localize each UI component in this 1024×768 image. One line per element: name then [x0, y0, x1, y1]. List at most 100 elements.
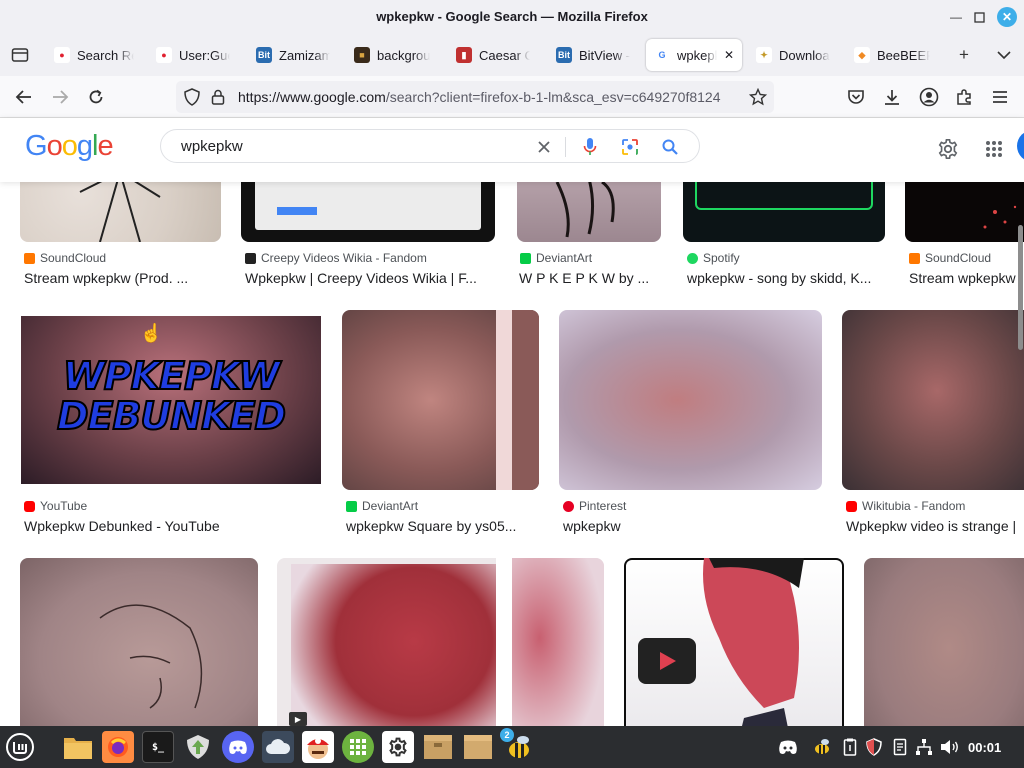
result-title[interactable]: Stream wpkepkw (Prod. ...: [24, 270, 224, 286]
update-manager-icon[interactable]: [182, 731, 214, 763]
spotify-icon: [687, 252, 698, 264]
minimize-icon[interactable]: —: [946, 7, 966, 27]
download-favicon-icon: ✦: [756, 47, 772, 63]
taskbar: $_ 2 00:01: [0, 726, 1024, 768]
logo-letter: G: [25, 130, 48, 162]
result-image[interactable]: [559, 310, 822, 490]
back-icon[interactable]: [12, 85, 36, 109]
window-titlebar: wpkepkw - Google Search — Mozilla Firefo…: [0, 0, 1024, 34]
close-window-icon[interactable]: ✕: [997, 7, 1017, 27]
new-tab-icon[interactable]: +: [952, 43, 976, 67]
extensions-icon[interactable]: [952, 85, 976, 109]
result-image[interactable]: [864, 558, 1024, 726]
result-image[interactable]: [517, 182, 661, 242]
result-image[interactable]: [342, 310, 539, 490]
reload-icon[interactable]: [84, 85, 108, 109]
result-image[interactable]: [20, 182, 221, 242]
profile-avatar[interactable]: [1017, 130, 1024, 162]
forward-icon[interactable]: [48, 85, 72, 109]
notes-tray-icon[interactable]: [890, 737, 910, 757]
settings-gear-icon[interactable]: [936, 137, 960, 161]
tab-overview-icon[interactable]: [8, 43, 32, 67]
beebeep-tray-icon[interactable]: [812, 737, 832, 757]
result-title[interactable]: wpkepkw - song by skidd, K...: [687, 270, 887, 286]
result-title[interactable]: W P K E P K W by ...: [519, 270, 661, 286]
result-image[interactable]: ▶: [277, 558, 604, 726]
browser-tab[interactable]: ▮ Caesar C: [448, 39, 538, 71]
browser-tab[interactable]: Bit BitView -: [548, 39, 640, 71]
terminal-icon[interactable]: $_: [142, 731, 174, 763]
tab-bar: ● Search Re ● User:Gue Bit Zamizami ■ backgrou ▮…: [0, 34, 1024, 76]
result-source: SoundCloud: [24, 251, 106, 265]
red-bird-favicon-icon: ●: [54, 47, 70, 63]
downloads-icon[interactable]: [880, 85, 904, 109]
logo-letter: o: [46, 130, 63, 162]
discord-tray-icon[interactable]: [778, 737, 798, 757]
archive-box-icon[interactable]: [422, 731, 454, 763]
result-title[interactable]: Wpkepkw | Creepy Videos Wikia | F...: [245, 270, 495, 286]
lens-search-icon[interactable]: [619, 136, 641, 158]
clear-search-icon[interactable]: [533, 136, 555, 158]
tab-label: Zamizami: [279, 47, 330, 63]
account-icon[interactable]: [917, 85, 941, 109]
result-title[interactable]: Stream wpkepkw |: [909, 270, 1024, 286]
pocket-icon[interactable]: [844, 85, 868, 109]
result-image[interactable]: [905, 182, 1024, 242]
browser-tab[interactable]: ✦ Downloa: [748, 39, 840, 71]
discord-icon[interactable]: [222, 731, 254, 763]
result-title[interactable]: wpkepkw: [563, 518, 822, 534]
result-image[interactable]: [842, 310, 1024, 490]
cloud-app-icon[interactable]: [262, 731, 294, 763]
system-settings-gear-icon[interactable]: [382, 731, 414, 763]
browser-tab[interactable]: ● User:Gue: [148, 39, 238, 71]
search-submit-icon[interactable]: [659, 136, 681, 158]
bitview-favicon-icon: Bit: [256, 47, 272, 63]
youtube-icon: [846, 500, 857, 512]
result-title[interactable]: Wpkepkw Debunked - YouTube: [24, 518, 321, 534]
voice-search-icon[interactable]: [579, 136, 601, 158]
package-box-icon[interactable]: [462, 731, 494, 763]
google-favicon-icon: G: [654, 47, 670, 63]
browser-tab[interactable]: Bit Zamizami: [248, 39, 338, 71]
browser-tab[interactable]: ● Search Re: [46, 39, 142, 71]
search-query-input[interactable]: wpkepkw: [181, 138, 243, 155]
result-source: Wikitubia - Fandom: [846, 499, 965, 513]
list-all-tabs-icon[interactable]: [992, 43, 1016, 67]
url-bar[interactable]: https://www.google.com/search?client=fir…: [176, 81, 774, 113]
bookmark-star-icon[interactable]: [746, 85, 770, 109]
mint-menu-icon[interactable]: [4, 731, 36, 763]
grid-app-icon[interactable]: [342, 731, 374, 763]
google-logo[interactable]: Google: [25, 130, 114, 163]
maximize-icon[interactable]: [969, 7, 989, 27]
google-apps-icon[interactable]: [982, 137, 1006, 161]
url-text[interactable]: https://www.google.com/search?client=fir…: [238, 89, 758, 105]
result-image[interactable]: [20, 558, 258, 726]
search-divider: [565, 137, 566, 157]
google-search-box[interactable]: wpkepkw: [160, 129, 700, 163]
result-image[interactable]: [241, 182, 495, 242]
result-image[interactable]: [683, 182, 885, 242]
tracking-shield-icon[interactable]: [180, 85, 204, 109]
browser-tab[interactable]: ■ backgrou: [346, 39, 438, 71]
files-folder-icon[interactable]: [62, 731, 94, 763]
result-image[interactable]: WPKEPKW DEBUNKED: [21, 316, 321, 484]
result-title[interactable]: wpkepkw Square by ys05...: [346, 518, 539, 534]
clipboard-tray-icon[interactable]: [840, 737, 860, 757]
browser-tab[interactable]: Gwpkepk ✕: [646, 39, 742, 71]
firefox-icon[interactable]: [102, 731, 134, 763]
notification-badge: 2: [500, 728, 514, 742]
page-scrollbar[interactable]: [1018, 225, 1023, 350]
lock-icon[interactable]: [206, 85, 230, 109]
beebeep-icon[interactable]: 2: [500, 728, 534, 763]
close-tab-icon[interactable]: ✕: [724, 48, 734, 62]
network-tray-icon[interactable]: [914, 737, 934, 757]
shield-tray-icon[interactable]: [864, 737, 884, 757]
volume-tray-icon[interactable]: [940, 737, 960, 757]
google-header: Google wpkepkw: [0, 118, 1024, 182]
menu-hamburger-icon[interactable]: [988, 85, 1012, 109]
clock[interactable]: 00:01: [968, 740, 1001, 755]
result-title[interactable]: Wpkepkw video is strange |: [846, 518, 1024, 534]
mario-game-icon[interactable]: [302, 731, 334, 763]
result-image[interactable]: [624, 558, 844, 726]
browser-tab[interactable]: ◆ BeeBEEP: [846, 39, 938, 71]
